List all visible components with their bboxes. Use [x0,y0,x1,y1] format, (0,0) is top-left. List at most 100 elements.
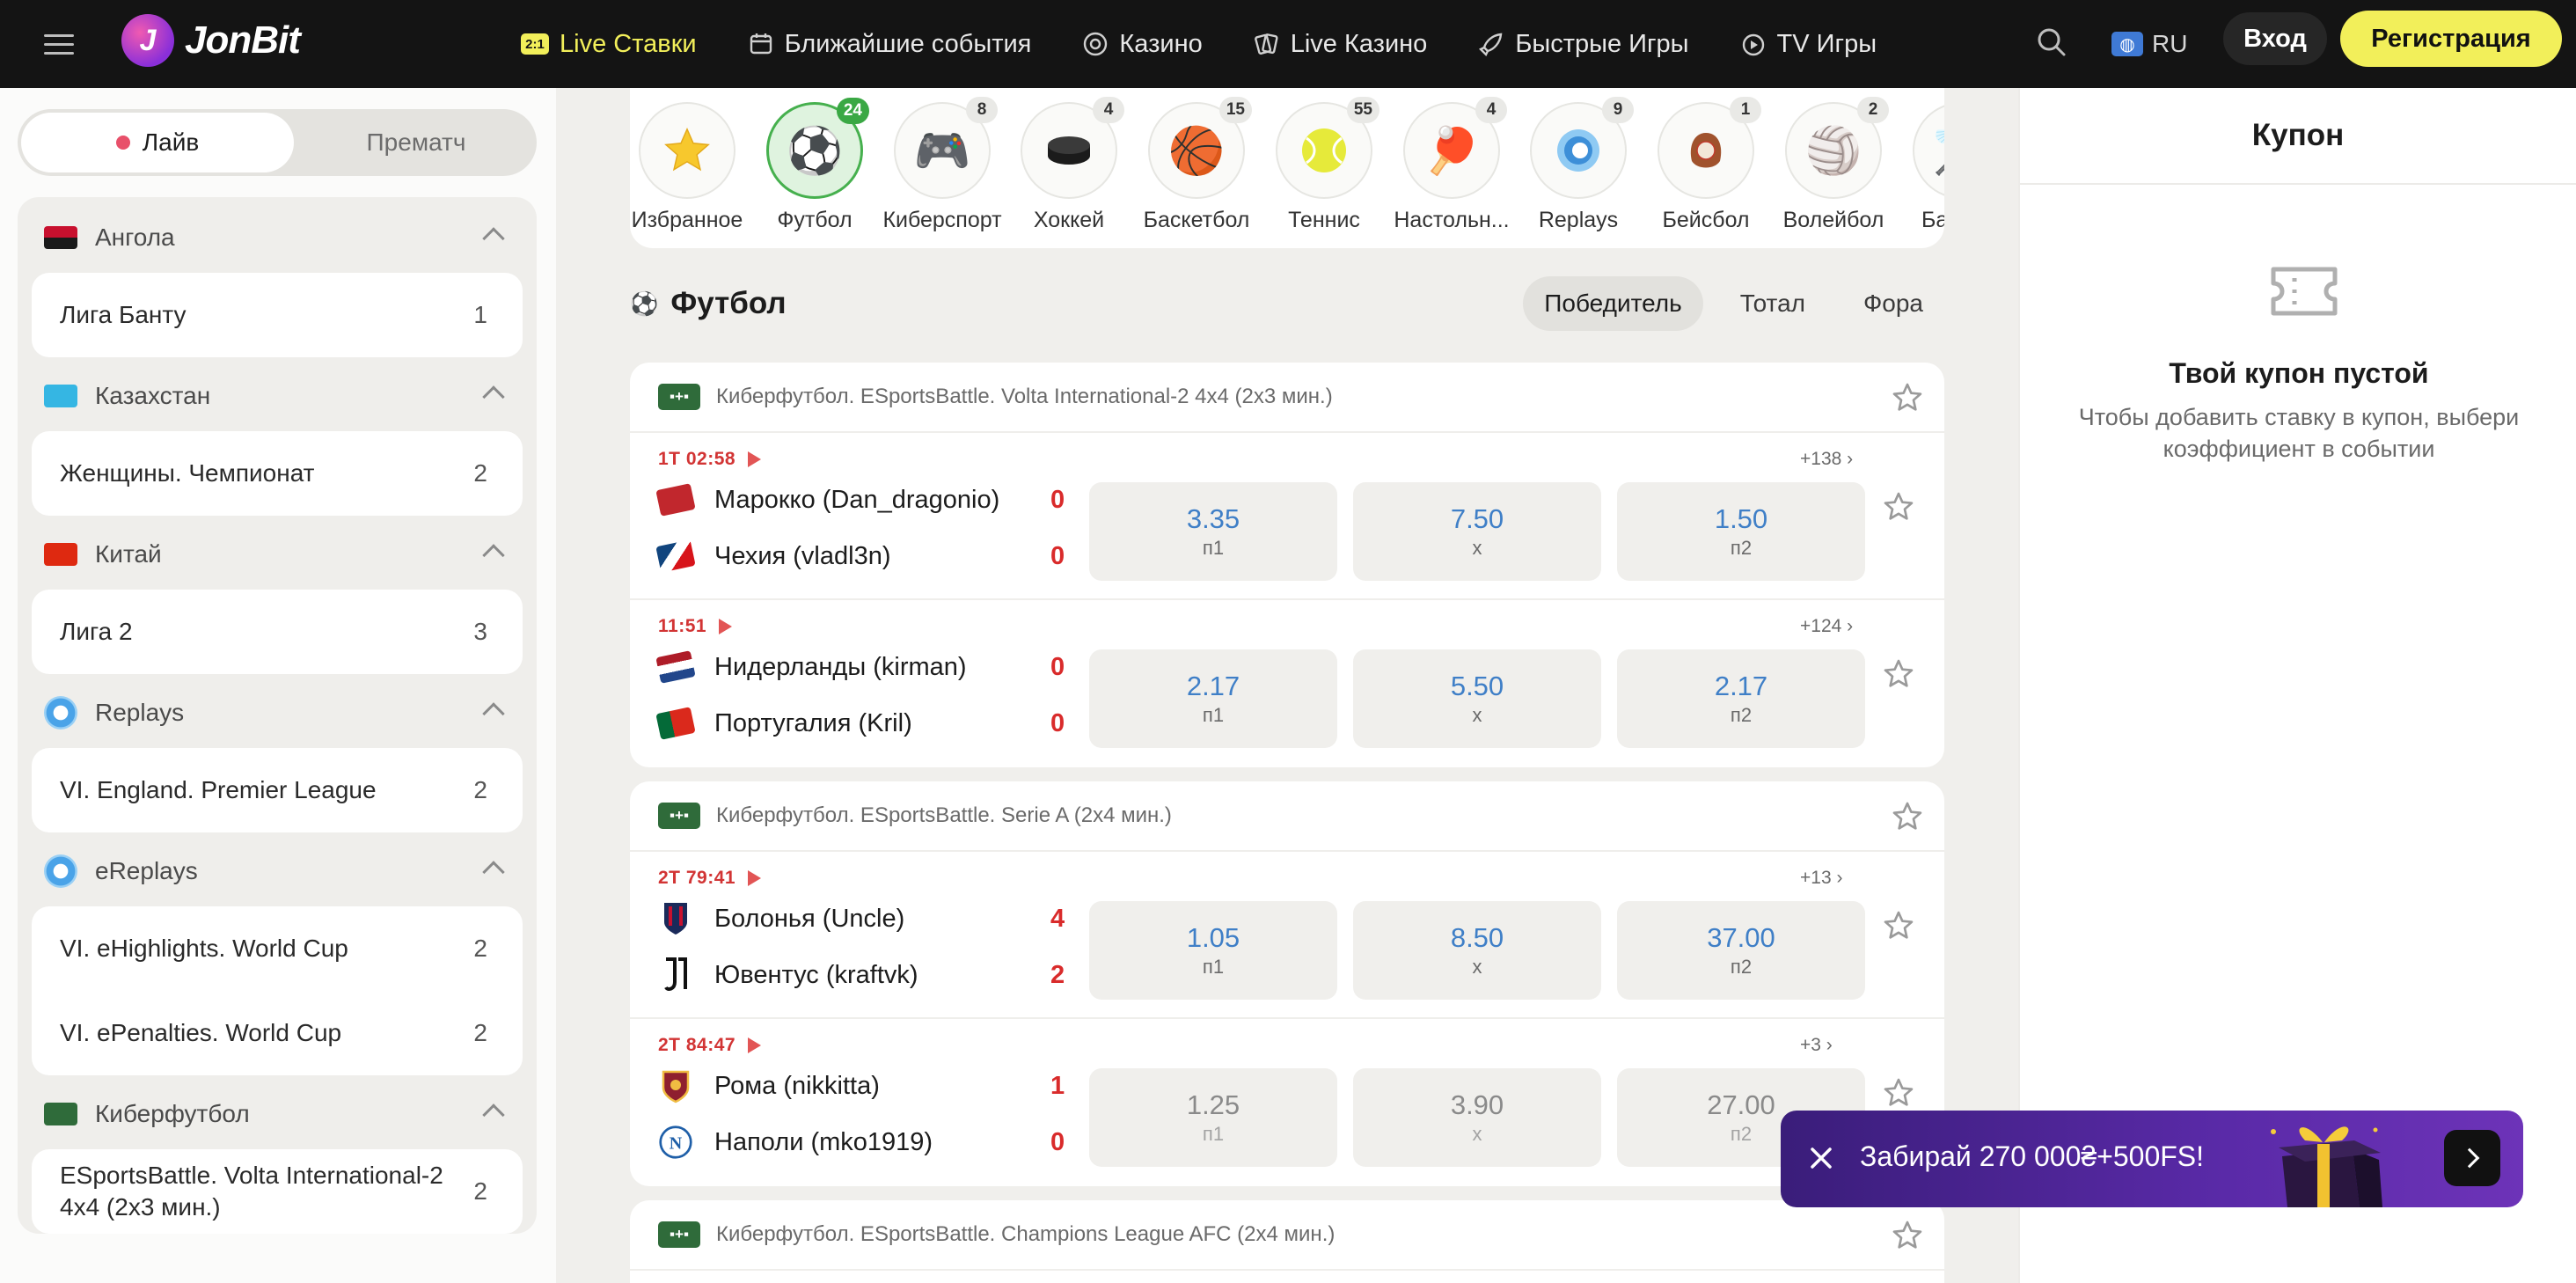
league-count: 2 [473,459,487,487]
match-row[interactable]: 2T 79:41 +13 › Болонья (Uncle) 4 Ювентус… [630,852,1944,1019]
nav-tv-games[interactable]: TV Игры [1740,30,1877,59]
sport-volleyball[interactable]: 🏐 2 Волейбол [1776,97,1891,233]
sport-replays[interactable]: 9 Replays [1521,97,1636,233]
menu-icon[interactable] [44,26,74,62]
nav-live-casino[interactable]: Live Казино [1254,29,1428,59]
play-icon[interactable] [748,451,762,467]
sport-hockey[interactable]: 4 Хоккей [1012,97,1126,233]
odd-home[interactable]: 2.17 п1 [1089,649,1337,748]
league-item[interactable]: ESportsBattle. Volta International-2 4x4… [32,1149,523,1234]
svg-text:N: N [670,1133,683,1153]
card-header[interactable]: ▪+▪ Киберфутбол. ESportsBattle. Volta In… [630,363,1944,433]
promo-text: Забирай 270 000₴+500FS! [1860,1140,2205,1172]
more-markets[interactable]: +13 › [1800,868,1842,889]
favorite-star-icon[interactable] [1881,656,1916,692]
sport-football[interactable]: ⚽ 24 Футбол [757,98,872,233]
promo-banner[interactable]: Забирай 270 000₴+500FS! [1781,1111,2523,1207]
toggle-live[interactable]: Лайв [21,113,294,172]
promo-go-button[interactable] [2444,1130,2500,1186]
tab-handicap[interactable]: Фора [1842,276,1944,331]
tab-total[interactable]: Тотал [1719,276,1826,331]
play-icon[interactable] [748,1037,762,1053]
play-icon[interactable] [719,619,733,634]
odd-away[interactable]: 1.50 п2 [1617,482,1865,581]
favorite-star-icon[interactable] [1890,1218,1925,1253]
sport-esports[interactable]: 🎮 8 Киберспорт [882,97,1002,233]
odd-label: п2 [1730,1123,1753,1145]
team-score: 0 [1050,541,1065,570]
logo-text: JonBit [185,18,301,62]
league-item[interactable]: Женщины. Чемпионат 2 [32,431,523,516]
kazakhstan-flag-icon [44,385,77,407]
country-header[interactable]: eReplays [32,843,523,899]
search-icon[interactable] [2032,23,2071,62]
match-row[interactable]: 1T 02:58 +138 › Марокко (Dan_dragonio) 0… [630,433,1944,600]
league-item[interactable]: VI. ePenalties. World Cup 2 [32,991,523,1075]
match-row[interactable]: 11:51 +124 › Нидерланды (kirman) 0 Порту… [630,600,1944,767]
more-markets[interactable]: +3 › [1800,1035,1833,1056]
toggle-live-label: Лайв [142,128,200,156]
nav-casino[interactable]: Казино [1082,30,1203,59]
country-header[interactable]: Ангола [32,209,523,266]
odd-value: 7.50 [1450,503,1504,534]
toggle-prematch[interactable]: Прематч [299,113,533,172]
play-icon[interactable] [748,870,762,886]
odd-value: 1.05 [1186,922,1240,953]
sport-basketball[interactable]: 🏀 15 Баскетбол [1139,97,1254,233]
card-header[interactable]: ▪+▪ Киберфутбол. ESportsBattle. Champion… [630,1200,1944,1271]
close-icon[interactable] [1802,1139,1841,1177]
team-away: Чехия (vladl3n) 0 [655,539,1072,574]
odd-away[interactable]: 2.17 п2 [1617,649,1865,748]
team-name: Наполи (mko1919) [714,1127,933,1156]
country-header[interactable]: Китай [32,526,523,583]
sport-favorites[interactable]: Избранное [630,102,744,233]
more-markets[interactable]: +138 › [1800,449,1853,470]
sport-baseball[interactable]: 1 Бейсбол [1649,97,1763,233]
favorite-star-icon[interactable] [1881,489,1916,524]
team-home: Марокко (Dan_dragonio) 0 [655,482,1072,517]
live-dot-icon [115,136,130,150]
sports-carousel: Избранное ⚽ 24 Футбол 🎮 8 Киберспорт 4 Хок… [630,88,1944,248]
league-item[interactable]: Лига 2 3 [32,590,523,674]
odd-draw[interactable]: 3.90 х [1353,1068,1601,1167]
logo[interactable]: J JonBit [121,14,301,67]
favorite-star-icon[interactable] [1890,380,1925,415]
league-card: ▪+▪ Киберфутбол. ESportsBattle. Volta In… [630,363,1944,767]
more-markets[interactable]: +124 › [1800,616,1853,637]
chevron-up-icon [482,385,505,408]
country-header[interactable]: Киберфутбол [32,1086,523,1142]
odd-home[interactable]: 3.35 п1 [1089,482,1337,581]
gamepad-icon: 🎮 8 [894,97,998,199]
tab-winner[interactable]: Победитель [1523,276,1703,331]
league-count: 2 [473,1177,487,1205]
sport-count-badge: 15 [1218,97,1252,123]
nav-fast-games[interactable]: Быстрые Игры [1478,30,1689,59]
sport-tennis[interactable]: 55 Теннис [1267,97,1381,233]
country-header[interactable]: Казахстан [32,368,523,424]
nav-live-bets[interactable]: 2:1 Live Ставки [521,30,697,59]
match-row[interactable]: 2T 84:47 +3 › Рома (nikkitta) 1 N Наполи… [630,1019,1944,1186]
odd-draw[interactable]: 7.50 х [1353,482,1601,581]
favorite-star-icon[interactable] [1881,1075,1916,1111]
odd-value: 1.25 [1186,1089,1240,1120]
odd-draw[interactable]: 8.50 х [1353,901,1601,1000]
login-button[interactable]: Вход [2223,12,2327,65]
odd-home[interactable]: 1.25 п1 [1089,1068,1337,1167]
favorite-star-icon[interactable] [1881,908,1916,943]
odd-draw[interactable]: 5.50 х [1353,649,1601,748]
odd-away[interactable]: 37.00 п2 [1617,901,1865,1000]
league-item[interactable]: Лига Банту 1 [32,273,523,357]
sport-badminton[interactable]: 🏸 Бад [1904,102,1944,233]
card-header[interactable]: ▪+▪ Киберфутбол. ESportsBattle. Serie A … [630,781,1944,852]
basketball-icon: 🏀 15 [1148,97,1252,199]
league-item[interactable]: VI. eHighlights. World Cup 2 [32,906,523,991]
nav-label: Live Казино [1290,29,1428,58]
language-selector[interactable]: ◍ RU [2111,23,2187,65]
league-item[interactable]: VI. England. Premier League 2 [32,748,523,832]
nav-upcoming-events[interactable]: Ближайшие события [748,30,1031,59]
odd-home[interactable]: 1.05 п1 [1089,901,1337,1000]
country-header[interactable]: Replays [32,685,523,741]
sport-table-tennis[interactable]: 🏓 4 Настольн... [1394,97,1510,233]
register-button[interactable]: Регистрация [2340,11,2562,67]
favorite-star-icon[interactable] [1890,799,1925,834]
